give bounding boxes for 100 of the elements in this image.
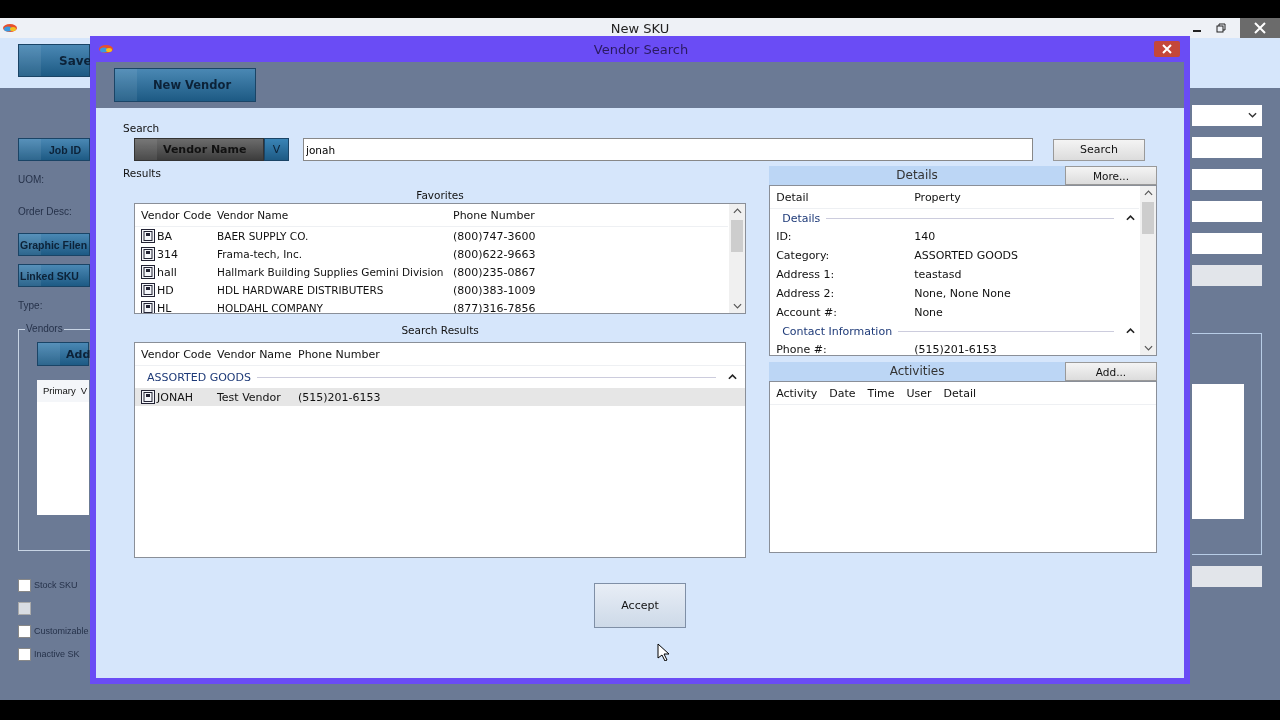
table-cell-text: (800)383-1009 — [453, 283, 537, 297]
detail-value: ASSORTED GOODS — [914, 249, 1020, 262]
column-header: Time — [867, 386, 895, 400]
table-cell-text: Hallmark Building Supplies Gemini Division — [217, 266, 445, 278]
card-icon — [141, 265, 155, 279]
detail-value: (515)201-6153 — [914, 343, 998, 355]
checkbox-label: Stock SKU — [34, 580, 78, 590]
detail-value: teastasd — [914, 268, 963, 281]
search-label: Search — [123, 122, 160, 134]
search-button[interactable]: Search — [1053, 138, 1145, 161]
table-cell: HD — [157, 283, 174, 297]
table-cell: hall — [157, 265, 177, 279]
vendor-row[interactable]: HD HDL HARDWARE DISTRIBUTERS (800)383-1009 — [135, 281, 729, 299]
mouse-pointer-icon — [657, 643, 669, 661]
field-label: Order Desc: — [18, 205, 72, 219]
field-label: UOM: — [18, 173, 45, 187]
column-header: Vendor Code — [141, 208, 213, 222]
vendor-row[interactable]: 314 Frama-tech, Inc. (800)622-9663 — [135, 245, 729, 263]
list-title: Search Results — [400, 323, 480, 338]
column-header: Phone Number — [453, 208, 536, 222]
table-cell-text: HOLDAHL COMPANY — [217, 302, 324, 313]
chevron-down-icon — [1248, 112, 1257, 118]
detail-label: ID: — [776, 230, 793, 243]
scroll-up-icon[interactable] — [732, 208, 742, 214]
checkbox[interactable] — [18, 647, 31, 661]
scroll-thumb[interactable] — [731, 220, 744, 252]
column-header: Vendor Name — [217, 209, 290, 221]
search-field[interactable]: jonah — [303, 138, 1033, 161]
column-header: Vendor Code — [141, 347, 213, 361]
column-header: Activity — [776, 386, 818, 400]
checkbox[interactable] — [18, 624, 31, 638]
list-title: Favorites — [415, 188, 465, 203]
checkbox-label: Customizable — [34, 626, 89, 636]
collapse-icon[interactable] — [1126, 328, 1135, 334]
detail-value: None — [914, 306, 944, 319]
checkbox-label: Inactive SK — [34, 649, 80, 659]
card-icon — [141, 390, 155, 404]
input-field[interactable] — [1192, 201, 1262, 222]
detail-label: Phone #: — [776, 343, 828, 355]
vendor-row[interactable]: hall Hallmark Building Supplies Gemini Division (800)235-0867 — [135, 263, 729, 281]
table-cell-text: Frama-tech, Inc. — [217, 248, 304, 260]
column-header: Date — [829, 386, 856, 400]
detail-label: Address 2: — [776, 287, 836, 300]
table-cell-text: (515)201-6153 — [298, 390, 382, 404]
scrollbar[interactable] — [1140, 186, 1156, 355]
table-cell-text: (877)316-7856 — [453, 301, 537, 313]
scroll-down-icon[interactable] — [732, 303, 742, 309]
input-field[interactable] — [1192, 137, 1262, 158]
column-header: User — [906, 386, 932, 400]
table-cell-text: (800)235-0867 — [453, 265, 537, 279]
scroll-down-icon[interactable] — [1143, 345, 1153, 351]
table-cell: JONAH — [157, 390, 193, 404]
window-title: New SKU — [609, 20, 671, 36]
column-header: Primary — [43, 385, 76, 397]
input-field[interactable] — [1192, 169, 1262, 190]
more-button[interactable]: More... — [1065, 166, 1157, 185]
table-cell: BA — [157, 229, 173, 243]
detail-label: Category: — [776, 249, 831, 262]
accept-button[interactable]: Accept — [594, 583, 686, 628]
detail-label: Account #: — [776, 306, 838, 319]
scroll-up-icon[interactable] — [1143, 190, 1153, 196]
detail-label: Address 1: — [776, 268, 836, 281]
vendor-row[interactable]: JONAH Test Vendor (515)201-6153 — [135, 388, 746, 406]
column-header: Detail — [776, 190, 810, 204]
group-header: ASSORTED GOODS — [147, 370, 251, 384]
scroll-thumb[interactable] — [1142, 202, 1154, 234]
column-header: V — [80, 385, 88, 397]
group-header: Contact Information — [782, 324, 893, 338]
input-field[interactable] — [1192, 233, 1262, 254]
table-cell-text: HDL HARDWARE DISTRIBUTERS — [217, 284, 385, 296]
input-field[interactable] — [1192, 566, 1262, 587]
dialog-title: Vendor Search — [592, 41, 690, 57]
vendor-row[interactable]: HL HOLDAHL COMPANY (877)316-7856 — [135, 299, 729, 313]
detail-value: None, None None — [914, 287, 1012, 300]
results-label: Results — [123, 167, 162, 181]
table-cell-text: Test Vendor — [217, 390, 282, 404]
checkbox[interactable] — [18, 578, 31, 592]
group-title: Vendors — [25, 323, 64, 334]
table-cell-text: (800)622-9663 — [453, 247, 537, 261]
add-activity-button[interactable]: Add... — [1065, 362, 1157, 381]
column-header: Property — [914, 190, 962, 204]
scrollbar[interactable] — [729, 204, 746, 313]
table-cell: HL — [157, 301, 172, 313]
card-icon — [141, 283, 155, 297]
table-cell-text: (800)747-3600 — [453, 229, 537, 243]
table-cell-text: BAER SUPPLY CO. — [217, 230, 310, 242]
restore-icon[interactable] — [1216, 23, 1226, 33]
app-logo-icon — [98, 44, 114, 54]
field-label: Type: — [18, 299, 43, 313]
card-icon — [141, 229, 155, 243]
table-cell: 314 — [157, 247, 178, 261]
collapse-icon[interactable] — [728, 374, 738, 380]
close-icon[interactable] — [1240, 18, 1280, 38]
column-header: Vendor Name — [217, 347, 293, 361]
close-icon[interactable] — [1154, 41, 1180, 57]
detail-value: 140 — [914, 230, 937, 243]
group-header: Details — [782, 211, 821, 225]
collapse-icon[interactable] — [1126, 215, 1135, 221]
column-header: Phone Number — [298, 347, 381, 361]
vendor-row[interactable]: BA BAER SUPPLY CO. (800)747-3600 — [135, 227, 729, 245]
